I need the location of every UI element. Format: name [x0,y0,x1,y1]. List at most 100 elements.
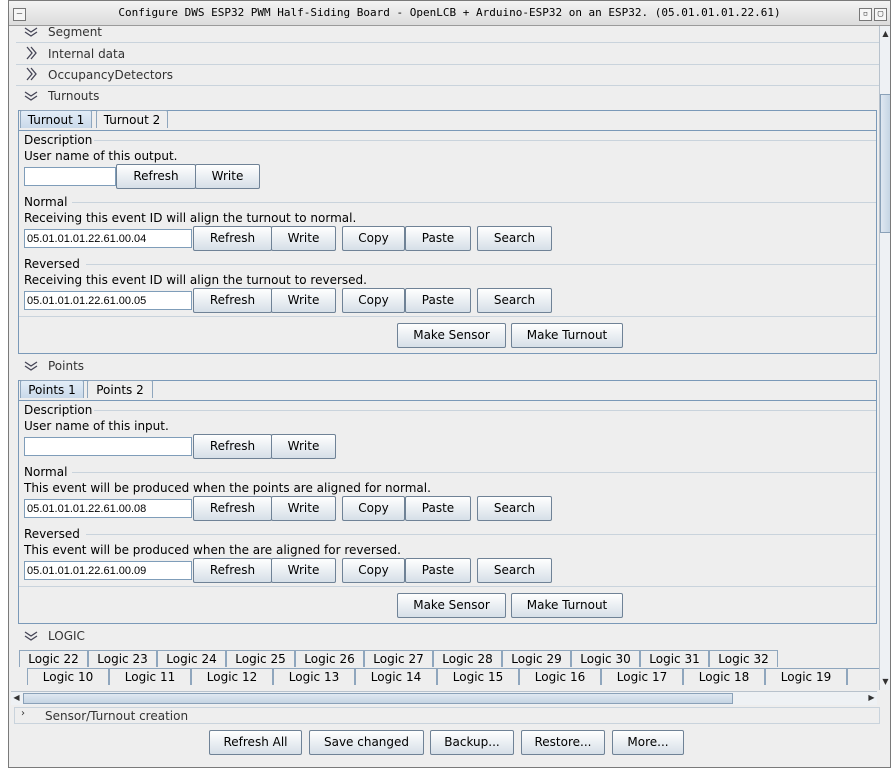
section-turnouts[interactable]: Turnouts [16,86,879,106]
turnout-normal-group: Normal Receiving this event ID will alig… [24,195,876,255]
turnouts-panel: Turnout 1 Turnout 2 Description User nam… [18,110,877,354]
tab-logic[interactable]: Logic 18 [683,668,765,685]
turnout-normal-event-field[interactable] [24,229,192,248]
copy-button[interactable]: Copy [342,226,405,251]
refresh-button[interactable]: Refresh [116,164,196,189]
minimize-icon[interactable]: ▫ [859,8,872,21]
vertical-scrollbar[interactable]: ▲ ▼ [879,26,890,690]
refresh-button[interactable]: Refresh [193,226,272,251]
collapsed-arrow-icon: › [21,708,25,719]
title-bar: – Configure DWS ESP32 PWM Half-Siding Bo… [9,1,890,26]
tab-logic[interactable]: Logic 28 [433,650,502,667]
expanded-chevron-icon [24,361,38,371]
tab-logic[interactable]: Logic 11 [109,668,191,685]
refresh-all-button[interactable]: Refresh All [209,730,302,755]
section-occupancy-detectors[interactable]: OccupancyDetectors [16,65,879,86]
tab-logic[interactable]: Logic 17 [601,668,683,685]
search-button[interactable]: Search [477,558,552,583]
expanded-chevron-icon [24,27,38,37]
scroll-down-icon[interactable]: ▼ [880,676,890,688]
expanded-chevron-icon [24,91,38,101]
tab-logic[interactable]: Logic 13 [273,668,355,685]
section-sensor-turnout-creation[interactable]: › Sensor/Turnout creation [14,707,880,724]
make-turnout-button[interactable]: Make Turnout [511,323,623,348]
tab-logic[interactable]: Logic 25 [226,650,295,667]
expanded-chevron-icon [24,631,38,641]
section-points[interactable]: Points [16,356,879,376]
tab-logic[interactable]: Logic 14 [355,668,437,685]
tab-logic[interactable]: Logic 32 [709,650,778,667]
section-internal-data[interactable]: Internal data [16,44,879,65]
turnout-name-field[interactable] [24,167,116,186]
refresh-button[interactable]: Refresh [193,288,272,313]
save-changed-button[interactable]: Save changed [309,730,424,755]
points-panel: Points 1 Points 2 Description User name … [18,380,877,624]
search-button[interactable]: Search [477,496,552,521]
horizontal-scroll-thumb[interactable] [23,693,733,704]
make-sensor-button[interactable]: Make Sensor [397,323,506,348]
tab-logic[interactable]: Lo [847,668,879,685]
tab-logic[interactable]: Logic 26 [295,650,364,667]
tab-points-2[interactable]: Points 2 [87,380,153,398]
points-normal-event-field[interactable] [24,499,192,518]
vertical-scroll-thumb[interactable] [880,94,890,233]
horizontal-scrollbar[interactable]: ◀ ▶ [11,691,877,705]
tab-logic[interactable]: Logic 23 [88,650,157,667]
tab-logic[interactable]: Logic 16 [519,668,601,685]
paste-button[interactable]: Paste [405,288,471,313]
scroll-up-icon[interactable]: ▲ [880,28,890,40]
tab-logic[interactable]: Logic 27 [364,650,433,667]
tab-logic[interactable]: Logic 29 [502,650,571,667]
make-sensor-button[interactable]: Make Sensor [397,593,506,618]
tab-turnout-2[interactable]: Turnout 2 [96,110,168,128]
search-button[interactable]: Search [477,226,552,251]
section-segment[interactable]: Segment [16,26,879,43]
turnout-reversed-group: Reversed Receiving this event ID will al… [24,257,876,317]
paste-button[interactable]: Paste [405,496,471,521]
tab-turnout-1[interactable]: Turnout 1 [20,110,92,128]
maximize-icon[interactable]: ▢ [874,8,887,21]
tab-logic[interactable]: Logic 15 [437,668,519,685]
tab-logic[interactable]: Logic 30 [571,650,640,667]
make-turnout-button[interactable]: Make Turnout [511,593,623,618]
tab-logic[interactable]: Logic 24 [157,650,226,667]
window-menu-icon[interactable]: – [13,8,26,21]
config-scroll-content: Segment Internal data OccupancyDetectors… [11,26,879,690]
copy-button[interactable]: Copy [342,288,405,313]
search-button[interactable]: Search [477,288,552,313]
paste-button[interactable]: Paste [405,226,471,251]
points-name-field[interactable] [24,437,192,456]
write-button[interactable]: Write [271,434,336,459]
collapsed-chevron-icon [26,67,37,81]
refresh-button[interactable]: Refresh [193,496,272,521]
backup-button[interactable]: Backup... [430,730,514,755]
window-title: Configure DWS ESP32 PWM Half-Siding Boar… [118,6,781,19]
tab-logic[interactable]: Logic 10 [27,668,109,685]
more-button[interactable]: More... [612,730,684,755]
section-logic[interactable]: LOGIC [16,626,879,646]
write-button[interactable]: Write [271,558,336,583]
write-button[interactable]: Write [271,496,336,521]
write-button[interactable]: Write [271,288,336,313]
tab-logic[interactable]: Logic 19 [765,668,847,685]
refresh-button[interactable]: Refresh [193,434,272,459]
tab-points-1[interactable]: Points 1 [20,380,84,398]
turnout-reversed-event-field[interactable] [24,291,192,310]
scroll-left-icon[interactable]: ◀ [11,692,22,704]
config-window: – Configure DWS ESP32 PWM Half-Siding Bo… [8,0,891,768]
restore-button[interactable]: Restore... [521,730,605,755]
tab-logic[interactable]: Logic 31 [640,650,709,667]
refresh-button[interactable]: Refresh [193,558,272,583]
tab-logic[interactable]: Logic 22 [19,650,88,667]
scroll-right-icon[interactable]: ▶ [866,692,877,704]
paste-button[interactable]: Paste [405,558,471,583]
write-button[interactable]: Write [271,226,336,251]
points-reversed-group: Reversed This event will be produced whe… [24,527,876,587]
collapsed-chevron-icon [26,46,37,60]
copy-button[interactable]: Copy [342,496,405,521]
points-normal-group: Normal This event will be produced when … [24,465,876,525]
tab-logic[interactable]: Logic 12 [191,668,273,685]
copy-button[interactable]: Copy [342,558,405,583]
points-reversed-event-field[interactable] [24,561,192,580]
write-button[interactable]: Write [195,164,260,189]
